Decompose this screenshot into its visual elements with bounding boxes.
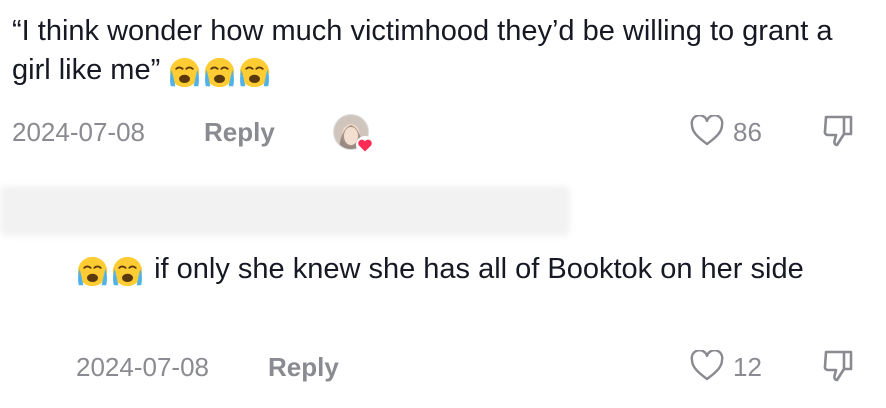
like-heart-icon[interactable] bbox=[690, 350, 724, 382]
dislike-icon[interactable] bbox=[822, 114, 854, 148]
comment-2-like-count: 12 bbox=[733, 352, 762, 382]
comment-2-date: 2024-07-08 bbox=[76, 352, 209, 382]
loudly-crying-face-icon bbox=[168, 56, 201, 89]
comment-1-text: “I think wonder how much victimhood they… bbox=[12, 12, 872, 95]
comment-2-body: if only she knew she has all of Booktok … bbox=[154, 253, 804, 285]
dislike-icon[interactable] bbox=[822, 349, 854, 383]
loudly-crying-face-icon bbox=[238, 56, 271, 89]
comment-2-emojis bbox=[76, 255, 146, 294]
loudly-crying-face-icon bbox=[111, 255, 144, 288]
comment-2-reply-button[interactable]: Reply bbox=[268, 352, 339, 382]
comment-1-emojis bbox=[168, 56, 273, 95]
heart-icon bbox=[356, 136, 374, 154]
comment-1-date: 2024-07-08 bbox=[12, 117, 145, 147]
creator-liked-avatar bbox=[333, 114, 374, 154]
like-heart-icon[interactable] bbox=[690, 115, 724, 147]
comment-2-text: if only she knew she has all of Booktok … bbox=[76, 250, 866, 294]
comment-1-body: “I think wonder how much victimhood they… bbox=[12, 15, 833, 86]
comment-1-reply-button[interactable]: Reply bbox=[204, 117, 275, 147]
comment-1-like-count: 86 bbox=[733, 117, 762, 147]
loudly-crying-face-icon bbox=[76, 255, 109, 288]
redacted-username bbox=[0, 186, 570, 236]
loudly-crying-face-icon bbox=[203, 56, 236, 89]
